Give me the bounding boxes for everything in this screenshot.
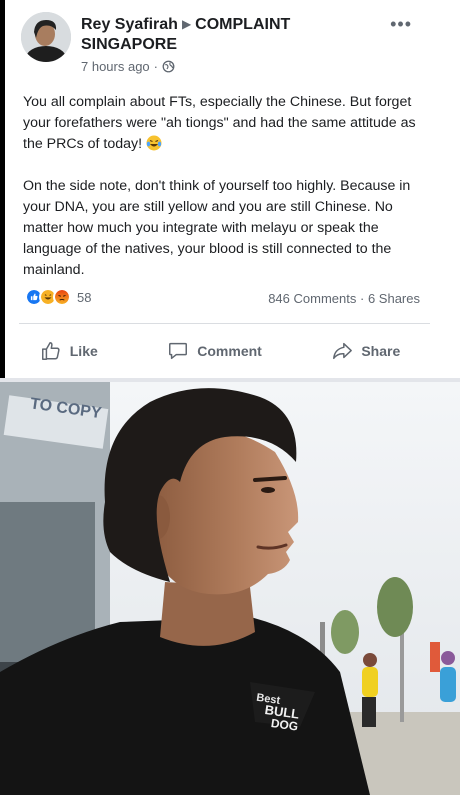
paragraph-1-text: You all complain about FTs, especially t… [23, 94, 416, 152]
comment-button[interactable]: Comment [167, 340, 262, 362]
post-meta: 7 hours ago · [81, 59, 175, 74]
stats-dot: · [359, 291, 365, 306]
post-paragraph-1: You all complain about FTs, especially t… [23, 92, 423, 155]
engagement-stats: 846 Comments · 6 Shares [268, 291, 420, 306]
post-header: Rey Syafirah ▶ COMPLAINT SINGAPORE [81, 15, 371, 55]
share-arrow-icon [333, 342, 353, 360]
like-button[interactable]: Like [40, 340, 98, 362]
post-action-bar: Like Comment Share [5, 335, 435, 367]
man-portrait-image: TO COPY Best BULL DOG [0, 382, 460, 795]
actions-divider [19, 323, 430, 324]
meta-dot: · [153, 59, 159, 74]
post-timestamp[interactable]: 7 hours ago [81, 59, 150, 74]
globe-icon [162, 60, 175, 73]
comments-count-link[interactable]: 846 Comments [268, 291, 356, 306]
share-button[interactable]: Share [331, 340, 400, 362]
post-paragraph-2: On the side note, don't think of yoursel… [23, 178, 411, 278]
reaction-count: 58 [77, 289, 92, 305]
thumbs-up-icon [41, 342, 60, 360]
comment-label: Comment [197, 343, 262, 359]
author-avatar[interactable] [21, 12, 71, 62]
angry-reaction-icon [53, 288, 71, 306]
more-options-icon[interactable]: ••• [390, 15, 412, 33]
facebook-post-card: Rey Syafirah ▶ COMPLAINT SINGAPORE 7 hours… [0, 0, 460, 378]
tears-of-joy-emoji-icon [146, 135, 162, 151]
reaction-summary[interactable]: 58 [25, 288, 91, 306]
comment-bubble-icon [169, 342, 188, 360]
author-name[interactable]: Rey Syafirah [81, 16, 178, 33]
profile-photo: TO COPY Best BULL DOG [0, 382, 460, 795]
share-label: Share [361, 343, 401, 359]
shared-to-arrow-icon: ▶ [181, 17, 192, 31]
shares-count-link[interactable]: 6 Shares [368, 291, 420, 306]
post-body: You all complain about FTs, especially t… [23, 92, 423, 302]
like-label: Like [69, 343, 98, 359]
